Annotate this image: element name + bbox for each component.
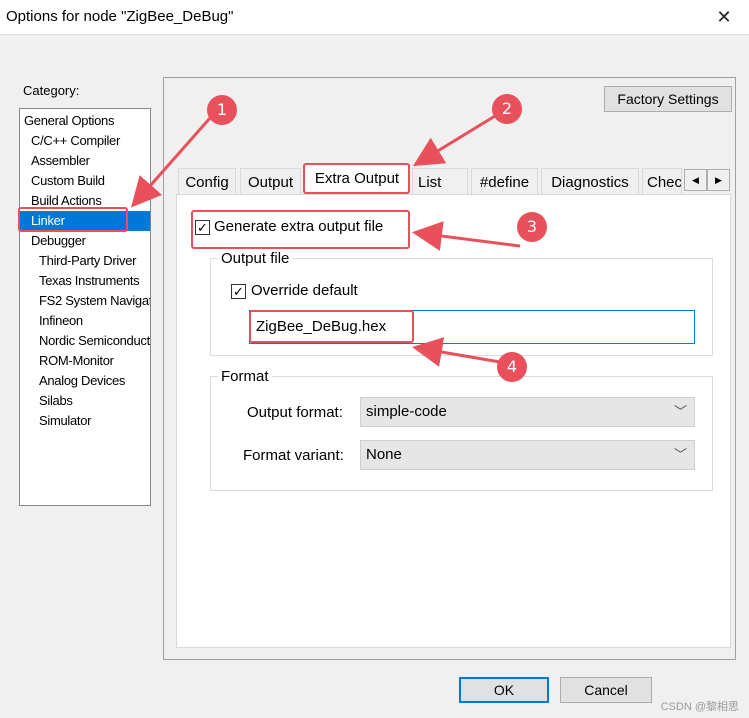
annotation-badge-2: 2 [492,94,522,124]
annotation-badge-1: 1 [207,95,237,125]
annotation-badge-4: 4 [497,352,527,382]
annotation-arrows [131,114,521,367]
watermark: CSDN @黎相思 [660,701,739,713]
annotation-badge-3: 3 [517,212,547,242]
